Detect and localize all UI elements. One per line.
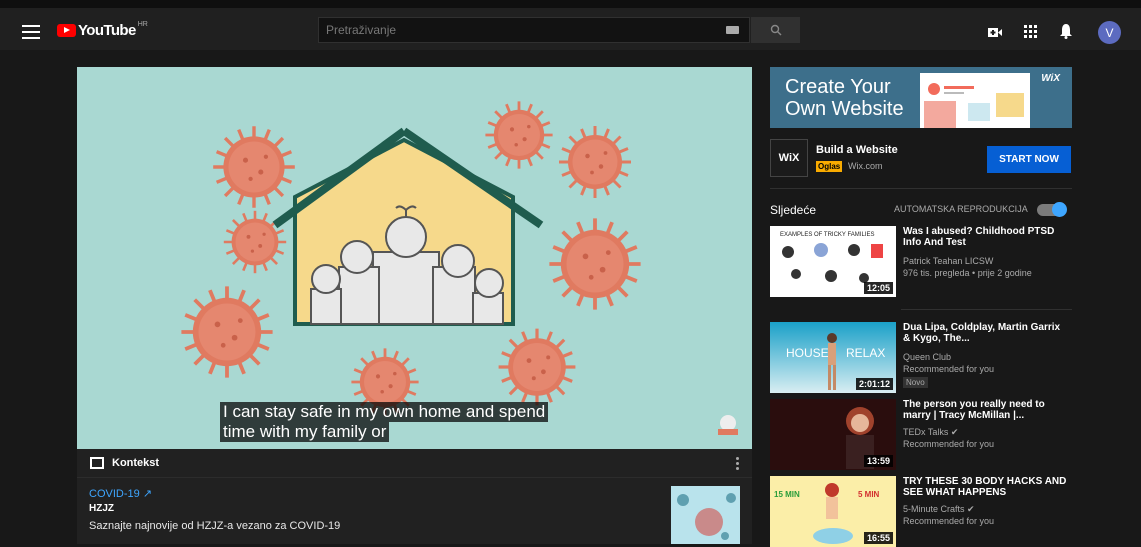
thumbnail-text-right: 5 MIN — [858, 490, 880, 499]
youtube-play-icon — [57, 24, 76, 37]
search-icon — [770, 24, 781, 36]
video-title[interactable]: Was I abused? Childhood PTSD Info And Te… — [903, 226, 1068, 248]
context-source: HZJZ — [89, 503, 114, 514]
avatar[interactable]: V — [1098, 21, 1121, 44]
top-bar: YouTube HR V — [0, 0, 1141, 50]
logo-region: HR — [137, 21, 148, 28]
video-meta: Recommended for you — [903, 516, 995, 526]
ad-domain: Wix.com — [848, 161, 883, 171]
keyboard-icon[interactable] — [726, 26, 739, 34]
ad-info: WiX Build a Website Oglas Wix.com START … — [770, 139, 1072, 179]
ad-banner[interactable]: Create Your Own Website WiX — [770, 67, 1072, 128]
ad-banner-text: Create Your Own Website — [785, 76, 904, 120]
recommendation-item[interactable]: HOUSE RELAX 2:01:12 Dua Lipa, Coldplay, … — [770, 322, 1072, 393]
start-now-button[interactable]: START NOW — [987, 146, 1071, 173]
video-title[interactable]: Dua Lipa, Coldplay, Martin Garrix & Kygo… — [903, 322, 1068, 344]
context-panel: Kontekst COVID-19 ↗ HZJZ Saznajte najnov… — [77, 449, 752, 544]
thumbnail-text-right: RELAX — [846, 346, 886, 360]
autoplay-label: AUTOMATSKA REPRODUKCIJA — [894, 204, 1028, 214]
recommendation-item[interactable]: EXAMPLES OF TRICKY FAMILIES 12:05 Was I … — [770, 226, 1072, 297]
search-button[interactable] — [751, 17, 800, 43]
more-options-icon[interactable] — [736, 457, 739, 472]
context-description: Saznajte najnovije od HZJZ-a vezano za C… — [89, 520, 341, 532]
channel-name[interactable]: Patrick Teahan LICSW — [903, 256, 993, 267]
youtube-logo[interactable]: YouTube HR — [57, 21, 148, 39]
context-title: Kontekst — [112, 457, 160, 469]
apps-icon[interactable] — [1024, 25, 1037, 38]
autoplay-toggle[interactable] — [1037, 202, 1067, 217]
divider — [770, 188, 1072, 189]
create-video-icon[interactable] — [988, 27, 1002, 38]
video-player[interactable]: I can stay safe in my own home and spend… — [77, 67, 752, 449]
channel-name[interactable]: TEDx Talks — [903, 427, 948, 437]
ad-banner-illustration — [920, 73, 1030, 128]
covid-thumbnail[interactable] — [671, 486, 740, 544]
covid-link[interactable]: COVID-19 ↗ — [89, 487, 152, 500]
video-thumbnail[interactable]: 15 MIN 5 MIN 16:55 — [770, 476, 896, 547]
channel-name[interactable]: 5-Minute Crafts — [903, 504, 965, 514]
verified-icon: ✔ — [967, 504, 975, 514]
covid-link-text: COVID-19 — [89, 488, 140, 500]
video-title[interactable]: The person you really need to marry | Tr… — [903, 399, 1068, 421]
duration-badge: 16:55 — [863, 532, 893, 544]
search-box — [318, 17, 750, 43]
ad-badge: Oglas — [816, 161, 843, 172]
thumbnail-caption: EXAMPLES OF TRICKY FAMILIES — [780, 232, 875, 238]
new-badge: Novo — [903, 377, 928, 388]
duration-badge: 13:59 — [863, 455, 893, 467]
info-panel-icon — [90, 457, 104, 469]
thumbnail-figure — [827, 333, 837, 390]
video-meta: Recommended for you — [903, 439, 995, 449]
video-title[interactable]: TRY THESE 30 BODY HACKS AND SEE WHAT HAP… — [903, 476, 1068, 498]
external-link-icon: ↗ — [142, 488, 153, 500]
video-thumbnail[interactable]: EXAMPLES OF TRICKY FAMILIES 12:05 — [770, 226, 896, 297]
up-next-label: Sljedeće — [770, 203, 817, 217]
video-meta: Recommended for you — [903, 364, 995, 374]
caption-line-2: time with my family or — [220, 422, 390, 442]
notifications-icon[interactable] — [1060, 24, 1072, 39]
ad-banner-brand: WiX — [1041, 73, 1060, 84]
channel-name[interactable]: Queen Club — [903, 352, 951, 363]
ad-title[interactable]: Build a Website — [816, 144, 898, 156]
logo-text: YouTube — [78, 22, 136, 39]
divider — [901, 309, 1072, 310]
duration-badge: 2:01:12 — [855, 378, 893, 390]
caption-line-1: I can stay safe in my own home and spend — [220, 402, 549, 422]
channel-row[interactable]: 5-Minute Crafts ✔ — [903, 504, 975, 515]
covid-thumbnail-image — [677, 493, 736, 540]
video-thumbnail[interactable]: 13:59 — [770, 399, 896, 470]
menu-icon[interactable] — [22, 25, 40, 39]
video-frame — [179, 100, 643, 418]
duration-badge: 12:05 — [863, 282, 893, 294]
context-header: Kontekst — [77, 449, 752, 478]
thumbnail-text-left: 15 MIN — [774, 490, 800, 499]
verified-icon: ✔ — [950, 427, 959, 437]
video-caption: I can stay safe in my own home and spend… — [220, 402, 549, 442]
search-input[interactable] — [319, 18, 749, 42]
recommendation-item[interactable]: 13:59 The person you really need to marr… — [770, 399, 1072, 470]
video-meta: 976 tis. pregleda • prije 2 godine — [903, 268, 1032, 278]
thumbnail-figure — [813, 483, 853, 544]
channel-watermark[interactable] — [714, 413, 742, 439]
advertiser-logo[interactable]: WiX — [770, 139, 808, 177]
channel-row[interactable]: TEDx Talks ✔ — [903, 427, 958, 438]
recommendation-item[interactable]: 15 MIN 5 MIN 16:55 TRY THESE 30 BODY HAC… — [770, 476, 1072, 547]
video-thumbnail[interactable]: HOUSE RELAX 2:01:12 — [770, 322, 896, 393]
